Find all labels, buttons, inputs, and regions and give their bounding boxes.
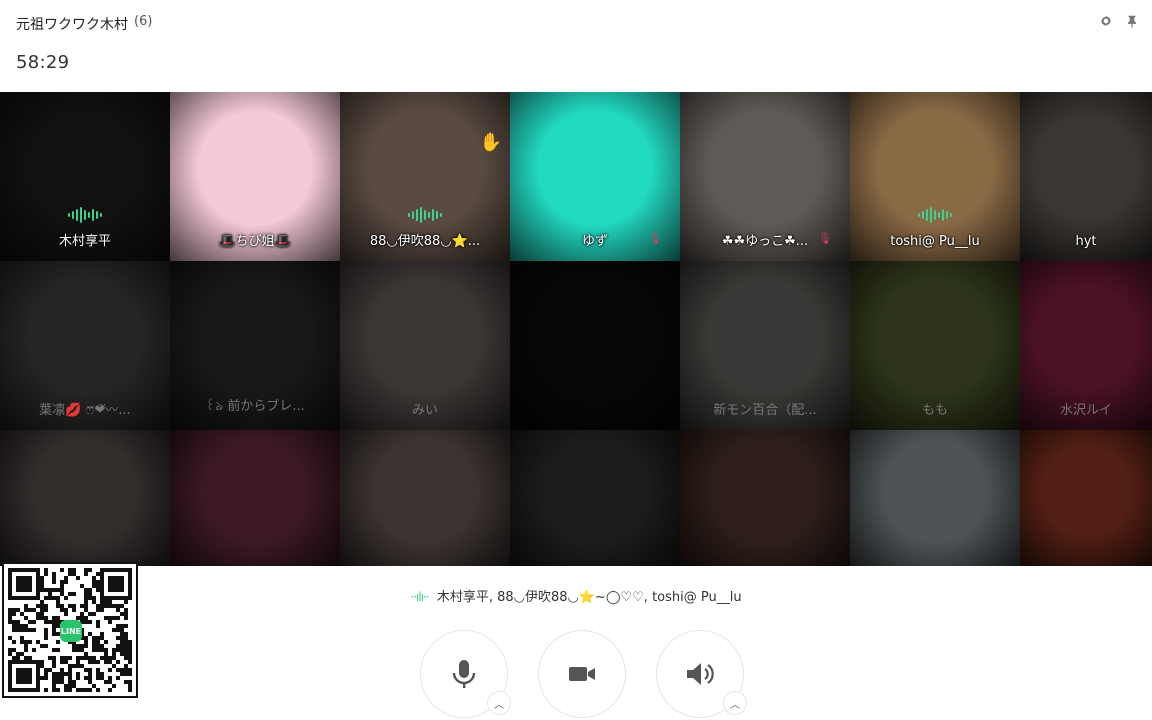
gear-icon[interactable] [1098,14,1114,30]
speaking-names: 木村享平, 88◡伊吹88◡⭐~◯♡♡, toshi@ Pu__lu [436,590,742,605]
participant-avatar [0,430,170,566]
call-header: 元祖ワクワク木村 (6) 58:29 [0,0,1152,92]
participant-tile[interactable] [0,430,170,566]
participant-name: 🎩ちび姐🎩 [219,234,291,249]
pin-icon[interactable] [1124,14,1140,30]
speaker-button[interactable]: ︿ [656,630,747,718]
speaker-icon [687,663,714,685]
participant-name: hyt [1075,234,1097,249]
participant-tile[interactable] [340,430,510,566]
participant-tile[interactable]: みい [340,261,510,430]
speaking-wave-icon [918,207,952,223]
call-timer: 58:29 [16,52,70,73]
participant-tile[interactable]: 葉凛💋 ෆ⃛❤︎⃛〰... [0,261,170,430]
participant-tile[interactable] [170,430,340,566]
participant-tile[interactable] [510,261,680,430]
participant-name: 88◡伊吹88◡⭐... [369,234,481,249]
participant-name: toshi@ Pu__lu [890,234,980,249]
raised-hand-icon: ✋ [479,132,502,153]
participant-tile[interactable]: 木村享平 [0,92,170,261]
participant-name: 葉凛💋 ෆ⃛❤︎⃛〰... [39,403,131,418]
participant-avatar [510,430,680,566]
mic-muted-icon: 🎙 [648,232,662,245]
participant-tile[interactable]: ✋ 88◡伊吹88◡⭐... [340,92,510,261]
participant-tile[interactable]: 🎩ちび姐🎩 [170,92,340,261]
participant-tile[interactable]: hyt [1020,92,1152,261]
camera-button[interactable] [538,630,626,718]
member-count: (6) [134,14,153,29]
participant-name: みい [411,403,438,418]
participant-tile[interactable] [1020,430,1152,566]
participant-name: 水沢ルイ [1059,403,1112,418]
participant-name: 新モン百合（配... [713,403,817,418]
participant-tile[interactable] [510,430,680,566]
speaking-wave-icon [408,207,442,223]
participant-grid: 木村享平 🎩ちび姐🎩 ✋ 88◡伊吹88◡⭐... 🎙 ゆず 🎙 ☘☘ゆっこ☘... toshi… [0,92,1152,566]
group-call-window: 元祖ワクワク木村 (6) 58:29 木村享平 🎩ちび姐🎩 ✋ 88◡伊吹88◡⭐..… [0,0,1152,720]
participant-tile[interactable]: 🎙 ゆず [510,92,680,261]
speaking-wave-icon [68,207,102,223]
microphone-icon [452,660,476,688]
mic-muted-icon: 🎙 [818,232,832,245]
chevron-up-icon[interactable]: ︿ [723,691,747,715]
participant-avatar [1020,430,1152,566]
participant-tile[interactable]: toshi@ Pu__lu [850,92,1020,261]
participant-tile[interactable]: 新モン百合（配... [680,261,850,430]
speaking-indicator: ··ılı·· 木村享平, 88◡伊吹88◡⭐~◯♡♡, toshi@ Pu__… [0,586,1152,605]
participant-name: ꒰ঌ 前からブレ... [205,399,305,414]
sound-wave-icon: ··ılı·· [410,590,429,604]
room-title: 元祖ワクワク木村 (6) [16,14,152,34]
participant-avatar [510,261,680,430]
participant-name: 木村享平 [58,234,111,249]
participant-tile[interactable] [850,430,1020,566]
participant-name: もも [921,403,948,418]
participant-avatar [170,430,340,566]
mic-button[interactable]: ︿ [420,630,511,718]
participant-avatar [680,430,850,566]
room-name: 元祖ワクワク木村 [16,17,128,33]
video-camera-icon [569,667,595,681]
participant-avatar [850,430,1020,566]
participant-tile[interactable]: もも [850,261,1020,430]
participant-tile[interactable] [680,430,850,566]
participant-tile[interactable]: 水沢ルイ [1020,261,1152,430]
participant-tile[interactable]: 🎙 ☘☘ゆっこ☘... [680,92,850,261]
qr-code: LINE [2,562,138,698]
participant-avatar [340,430,510,566]
chevron-up-icon[interactable]: ︿ [487,691,511,715]
call-controls: ︿ ︿ [0,630,1152,718]
participant-tile[interactable]: ꒰ঌ 前からブレ... [170,261,340,430]
line-logo-icon: LINE [60,620,82,642]
